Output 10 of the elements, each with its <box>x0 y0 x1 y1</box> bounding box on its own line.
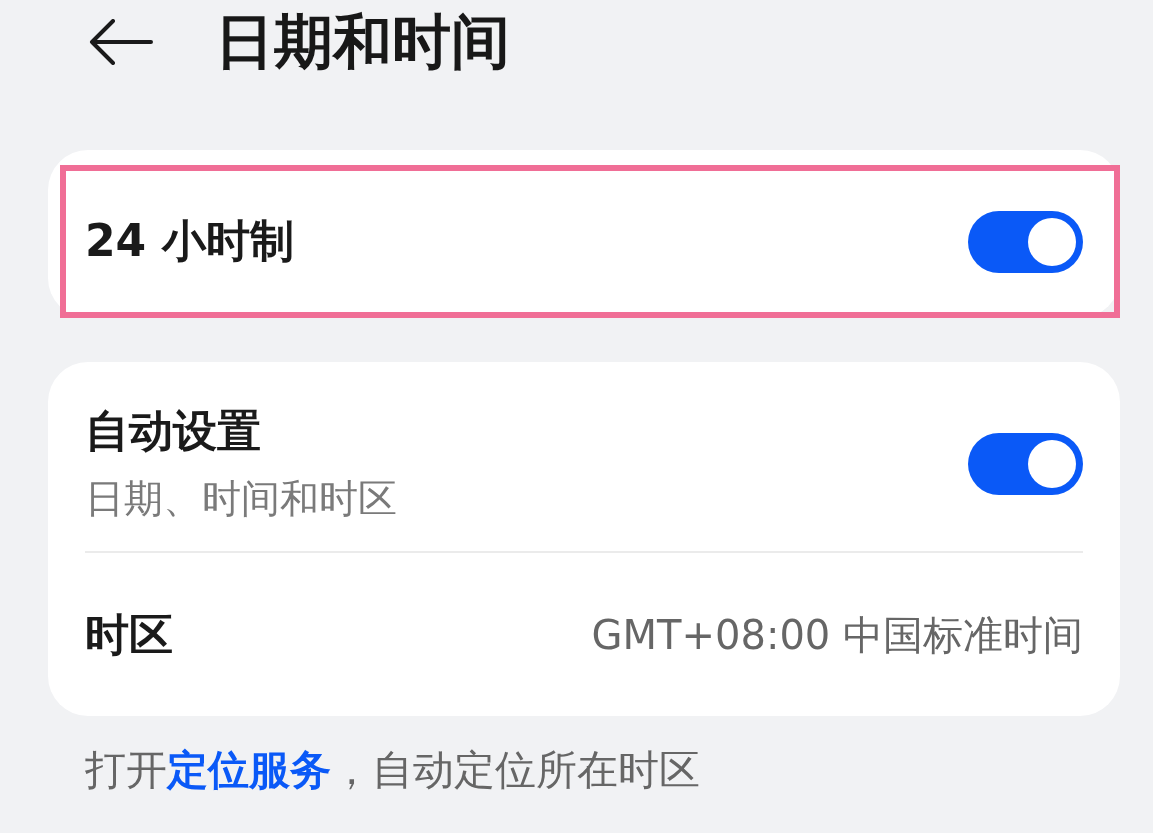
back-button[interactable] <box>88 18 154 66</box>
setting-label: 24 小时制 <box>85 216 294 267</box>
page-title: 日期和时间 <box>215 9 510 75</box>
back-arrow-icon <box>89 19 153 65</box>
footer-note: 打开定位服务，自动定位所在时区 <box>85 746 700 796</box>
location-services-link[interactable]: 定位服务 <box>167 746 331 795</box>
timezone-value[interactable]: GMT+08:00 中国标准时间 <box>591 611 1083 658</box>
setting-label: 时区 <box>85 609 173 661</box>
setting-label: 自动设置 <box>85 406 262 457</box>
setting-description: 日期、时间和时区 <box>85 476 397 522</box>
